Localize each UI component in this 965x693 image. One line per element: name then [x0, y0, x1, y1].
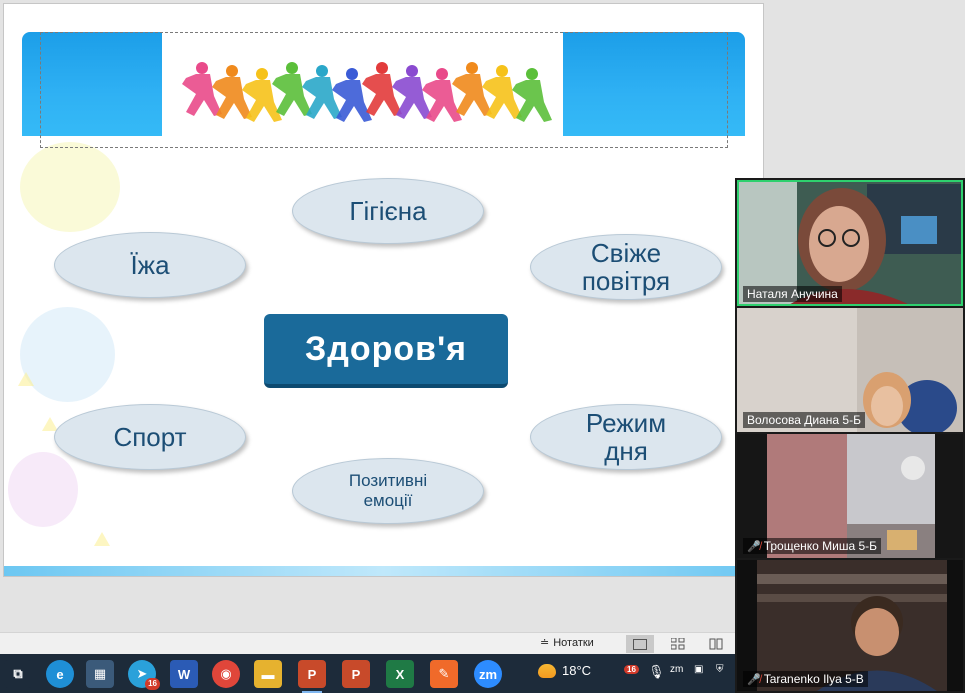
participant-name-tag: 🎤̸ Taranenko Ilya 5-B [743, 671, 868, 687]
partly-cloudy-icon [538, 663, 556, 678]
participant-name-tag: Волосова Диана 5-Б [743, 412, 865, 428]
security-shield-icon[interactable]: ⛨ [716, 664, 724, 675]
task-view-icon[interactable]: ⧉ [4, 660, 32, 688]
oval-label: Позитивні емоції [348, 471, 428, 510]
oval-label: Спорт [113, 422, 187, 452]
notes-icon: ≐ [540, 637, 550, 649]
tray-badge-icon[interactable]: 16 [624, 664, 639, 675]
oval-label: Свіже повітря [581, 238, 671, 296]
zoom-video-panel: Наталя Анучина Волосова Диана 5-Б 🎤̸ Трощ… [735, 178, 965, 693]
participant-name: Taranenko Ilya 5-B [763, 672, 864, 686]
chrome-icon[interactable]: ◉ [212, 660, 240, 688]
center-topic-box[interactable]: Здоров'я [264, 314, 508, 388]
oval-label: Гігієна [349, 196, 427, 226]
title-placeholder[interactable] [40, 32, 728, 148]
reading-view-button[interactable] [702, 635, 730, 653]
sparkle-decoration [18, 372, 34, 386]
telegram-icon[interactable]: ➤ 16 [128, 660, 160, 690]
video-tile-participant[interactable]: Волосова Диана 5-Б [737, 308, 963, 432]
video-tile-participant[interactable]: 🎤̸ Трощенко Миша 5-Б [737, 434, 963, 558]
balloon-decoration [8, 452, 78, 527]
normal-view-icon [633, 638, 647, 650]
video-tile-speaker[interactable]: Наталя Анучина [737, 180, 963, 306]
notes-button[interactable]: ≐ Нотатки [540, 636, 594, 650]
edge-icon[interactable]: e [46, 660, 74, 688]
word-icon[interactable]: W [170, 660, 198, 688]
weather-widget[interactable]: 18°C [538, 663, 591, 678]
center-topic-label: Здоров'я [304, 329, 467, 368]
grid-view-icon [671, 638, 685, 650]
slide-bottom-stripe [4, 566, 763, 576]
zoom-tray-icon[interactable]: zm [670, 664, 683, 675]
tray-app-icon[interactable]: ▣ [694, 664, 703, 675]
mic-muted-icon: 🎤̸ [747, 673, 761, 686]
powerpoint-second-icon[interactable]: P [342, 660, 370, 688]
participant-name: Волосова Диана 5-Б [747, 413, 861, 427]
participant-name-tag: Наталя Анучина [743, 286, 842, 302]
calculator-icon[interactable]: ▦ [86, 660, 114, 688]
balloon-decoration [20, 142, 120, 232]
excel-icon[interactable]: X [386, 660, 414, 688]
balloon-decoration [20, 307, 115, 402]
oval-food[interactable]: Їжа [54, 232, 246, 298]
oval-positive-emotions[interactable]: Позитивні емоції [292, 458, 484, 524]
participant-name-tag: 🎤̸ Трощенко Миша 5-Б [743, 538, 882, 554]
video-tile-participant[interactable]: 🎤̸ Taranenko Ilya 5-B [737, 560, 963, 691]
zoom-icon[interactable]: zm [474, 660, 502, 688]
slide-sorter-button[interactable] [664, 635, 692, 653]
participant-name: Наталя Анучина [747, 287, 838, 301]
slide-canvas[interactable]: Гігієна Їжа Свіже повітря Спорт Режим дн… [4, 4, 763, 576]
normal-view-button[interactable] [626, 635, 654, 653]
oval-label: Їжа [130, 250, 170, 280]
microphone-icon[interactable]: 🎙 [648, 664, 665, 680]
oval-label: Режим дня [585, 408, 667, 466]
participant-name: Трощенко Миша 5-Б [763, 539, 878, 553]
tray-badge-count: 16 [624, 665, 639, 674]
oval-daily-routine[interactable]: Режим дня [530, 404, 722, 470]
oval-sport[interactable]: Спорт [54, 404, 246, 470]
draw-app-icon[interactable]: ✎ [430, 660, 458, 688]
notes-label: Нотатки [553, 636, 594, 649]
notification-badge: 16 [145, 678, 160, 690]
powerpoint-icon[interactable]: P [298, 660, 326, 693]
oval-hygiene[interactable]: Гігієна [292, 178, 484, 244]
file-explorer-icon[interactable]: ▬ [254, 660, 282, 688]
book-icon [709, 638, 723, 650]
sparkle-decoration [94, 532, 110, 546]
temperature-label: 18°C [562, 663, 592, 678]
mic-muted-icon: 🎤̸ [747, 540, 761, 553]
oval-fresh-air[interactable]: Свіже повітря [530, 234, 722, 300]
slide-content: Гігієна Їжа Свіже повітря Спорт Режим дн… [8, 12, 752, 568]
